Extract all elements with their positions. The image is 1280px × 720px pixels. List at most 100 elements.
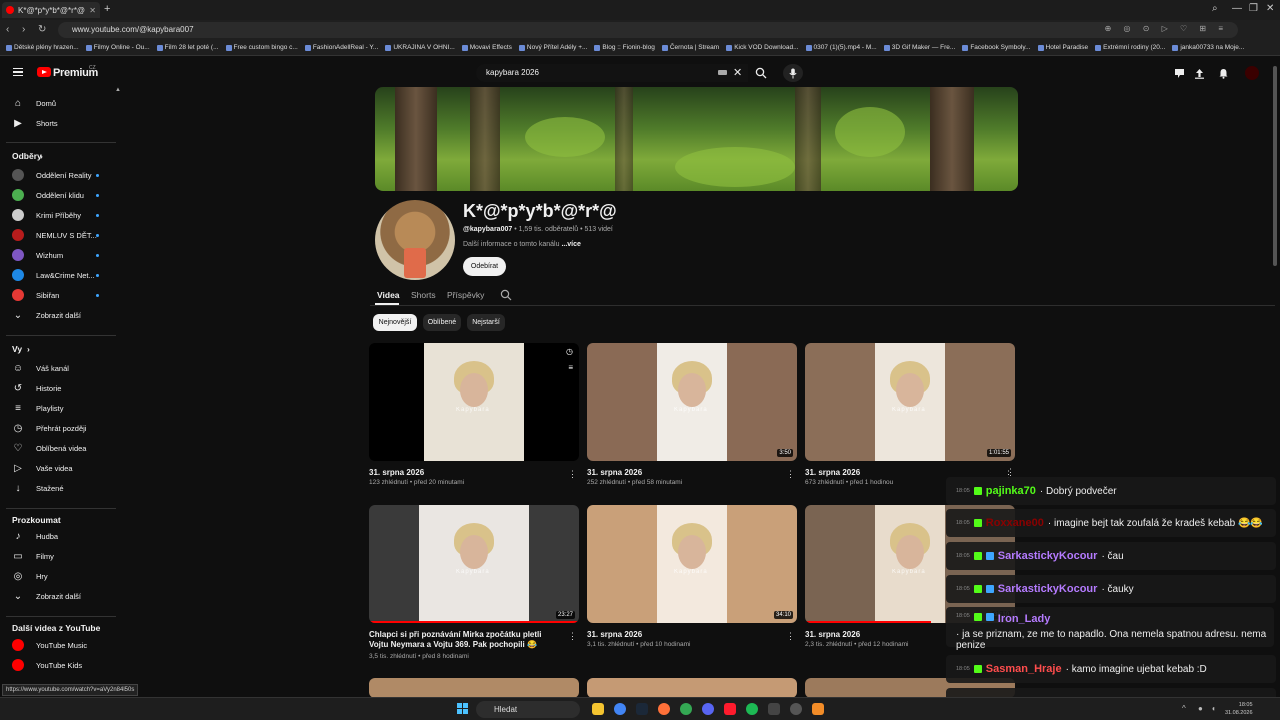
video-thumbnail[interactable]: Kapybara 34:10 [587, 505, 797, 623]
browser-icon[interactable] [680, 703, 692, 715]
sidebar-item-obl-ben-videa[interactable]: ♡ Oblíbená videa [0, 438, 116, 458]
bookmark-item[interactable]: Film 28 let poté (... [156, 44, 219, 51]
bookmark-item[interactable]: Movavi Effects [461, 44, 512, 51]
address-bar-icons[interactable]: ⊕ ◎ ⊙ ▷ ♡ ⊞ ≡ [1105, 24, 1228, 33]
sidebar-scroll-up-icon[interactable]: ▲ [115, 87, 121, 93]
channel-avatar[interactable] [375, 200, 455, 280]
opera-icon[interactable] [724, 703, 736, 715]
minimize-icon[interactable]: — [1232, 3, 1242, 14]
maximize-icon[interactable]: ❐ [1249, 3, 1258, 14]
chat-menu-icon[interactable]: ⋮ [1006, 467, 1015, 478]
voice-search-button[interactable] [783, 64, 803, 82]
mic-tray-icon[interactable]: ● [1198, 704, 1203, 713]
sidebar-item-odd-len-reality[interactable]: Oddělení Reality [0, 165, 116, 185]
sidebar-item-hry[interactable]: ◎ Hry [0, 566, 116, 586]
page-scrollbar[interactable] [1273, 66, 1277, 266]
video-title[interactable]: 31. srpna 2026 [587, 630, 777, 640]
sidebar-item-playlisty[interactable]: ≡ Playlisty [0, 398, 116, 418]
sidebar-item-v-kan-l[interactable]: ☺ Váš kanál [0, 358, 116, 378]
sidebar-item-wizhum[interactable]: Wizhum [0, 245, 116, 265]
video-title[interactable]: 31. srpna 2026 [587, 468, 777, 478]
youtube-logo-icon[interactable] [37, 67, 51, 77]
sidebar-item-sibi-an[interactable]: Sibiřan [0, 285, 116, 305]
video-thumbnail[interactable]: Kapybara 1:01:55 [805, 343, 1015, 461]
video-thumbnail-partial[interactable] [587, 678, 797, 698]
new-tab-icon[interactable]: + [104, 3, 110, 15]
bookmark-item[interactable]: Facebook Symboly... [962, 44, 1031, 51]
app-icon[interactable] [768, 703, 780, 715]
keyboard-icon[interactable] [718, 70, 727, 75]
speaker-icon[interactable]: ◖ [1211, 704, 1216, 713]
close-window-icon[interactable]: ✕ [1266, 3, 1274, 14]
channel-search-icon[interactable] [500, 289, 512, 301]
tab-shorts[interactable]: Shorts [411, 290, 436, 300]
sidebar-item-p-ehr-t-pozd-ji[interactable]: ◷ Přehrát později [0, 418, 116, 438]
sidebar-item-krimi-p-b-hy[interactable]: Krimi Příběhy [0, 205, 116, 225]
file-explorer-icon[interactable] [592, 703, 604, 715]
video-thumbnail[interactable]: Kapybara ◷ ≡ [369, 343, 579, 461]
close-tab-icon[interactable]: ✕ [89, 6, 96, 15]
sidebar-item-historie[interactable]: ↺ Historie [0, 378, 116, 398]
add-to-queue-icon[interactable]: ≡ [568, 363, 573, 372]
vlc-icon[interactable] [812, 703, 824, 715]
sidebar-item-filmy[interactable]: ▭ Filmy [0, 546, 116, 566]
back-icon[interactable]: ‹ [6, 24, 9, 35]
chevron-right-icon[interactable]: › [27, 344, 30, 354]
tray-chevron-icon[interactable]: ^ [1182, 704, 1186, 713]
video-title[interactable]: Chlapci si při poznávání Mirka zpočátku … [369, 630, 559, 650]
tab-videos[interactable]: Videa [377, 290, 400, 300]
bookmark-item[interactable]: Kick VOD Download... [726, 44, 799, 51]
sidebar-item-law-crime-net-[interactable]: Law&Crime Net... [0, 265, 116, 285]
bookmark-item[interactable]: Hotel Paradise [1037, 44, 1088, 51]
video-thumbnail[interactable]: Kapybara 3:50 [587, 343, 797, 461]
more-actions-icon[interactable]: ⋮ [568, 469, 577, 480]
chrome-icon[interactable] [614, 703, 626, 715]
steam-icon[interactable] [636, 703, 648, 715]
upload-icon[interactable] [1192, 66, 1206, 80]
bookmark-item[interactable]: UKRAJINA V OHNI... [385, 44, 455, 51]
sidebar-section-header[interactable]: Další videa z YouTube [12, 623, 100, 633]
video-thumbnail[interactable]: Kapybara 23:27 [369, 505, 579, 623]
more-link[interactable]: ...více [561, 241, 580, 248]
sidebar-item-zobrazit-dal-[interactable]: ⌄ Zobrazit další [0, 586, 116, 606]
reload-icon[interactable]: ↻ [38, 24, 46, 35]
github-icon[interactable] [790, 703, 802, 715]
more-actions-icon[interactable]: ⋮ [786, 631, 795, 642]
bookmark-item[interactable]: 0307 (1)(5).mp4 - M... [805, 44, 877, 51]
sidebar-item-dom-[interactable]: ⌂ Domů [0, 93, 116, 113]
forward-icon[interactable]: › [22, 24, 25, 35]
sidebar-item-zobrazit-dal-[interactable]: ⌄ Zobrazit další [0, 305, 116, 325]
clear-search-icon[interactable]: ✕ [733, 66, 742, 79]
sidebar-item-shorts[interactable]: ▶ Shorts [0, 113, 116, 133]
bookmark-item[interactable]: FashionAdellReal - Y... [304, 44, 378, 51]
browser-tab[interactable]: K*@*p*y*b*@*r*@ - You ✕ [2, 2, 100, 18]
sidebar-item-youtube-music[interactable]: YouTube Music [0, 635, 116, 655]
more-actions-icon[interactable]: ⋮ [568, 631, 577, 642]
bookmark-item[interactable]: Dětské plény hrazen... [6, 44, 79, 51]
spotify-icon[interactable] [746, 703, 758, 715]
chip-popular[interactable]: Oblíbené [423, 314, 461, 331]
bookmark-item[interactable]: Free custom bingo c... [225, 44, 298, 51]
search-tabs-icon[interactable]: ⌕ [1212, 3, 1218, 14]
start-icon[interactable] [457, 703, 469, 715]
bookmark-item[interactable]: Blog :: Fionin-blog [594, 44, 655, 51]
tab-posts[interactable]: Příspěvky [447, 290, 484, 300]
search-button[interactable] [749, 64, 773, 82]
sidebar-item-odd-len-klidu[interactable]: Oddělení klidu [0, 185, 116, 205]
sidebar-item-sta-en-[interactable]: ↓ Stažené [0, 478, 116, 498]
bookmark-item[interactable]: Extrémní rodiny (20... [1095, 44, 1165, 51]
sidebar-item-hudba[interactable]: ♪ Hudba [0, 526, 116, 546]
menu-icon[interactable] [13, 68, 23, 76]
sidebar-item-nemluv-s-d-t-[interactable]: NEMLUV S DĚT... [0, 225, 116, 245]
taskbar-search[interactable]: Hledat [476, 701, 580, 718]
video-title[interactable]: 31. srpna 2026 [369, 468, 559, 478]
firefox-icon[interactable] [658, 703, 670, 715]
bookmark-item[interactable]: 3D Gif Maker — Fre... [883, 44, 955, 51]
more-actions-icon[interactable]: ⋮ [786, 469, 795, 480]
notifications-bell-icon[interactable] [1216, 66, 1230, 80]
channel-description[interactable]: Další informace o tomto kanálu ...více [463, 241, 581, 248]
sidebar-section-header[interactable]: Prozkoumat [12, 515, 61, 525]
sidebar-section-header[interactable]: Odběry [12, 151, 42, 161]
taskbar-clock[interactable]: 18:05 31.08.2026 [1225, 701, 1253, 717]
sidebar-item-youtube-kids[interactable]: YouTube Kids [0, 655, 116, 675]
